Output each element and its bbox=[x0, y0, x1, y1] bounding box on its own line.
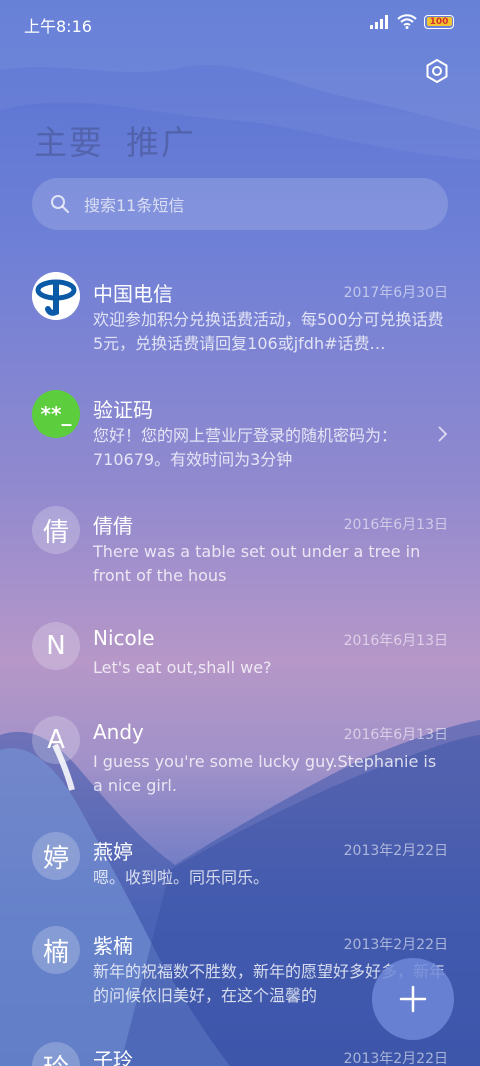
tab-primary[interactable]: 主要 bbox=[34, 116, 104, 164]
message-preview: 欢迎参加积分兑换话费活动，每500分可兑换话费5元，兑换话费请回复106或jfd… bbox=[93, 310, 444, 353]
avatar: 婷 bbox=[32, 832, 80, 880]
avatar: 楠 bbox=[32, 926, 80, 974]
message-date: 2013年2月22日 bbox=[343, 1051, 448, 1066]
message-date: 2013年2月22日 bbox=[343, 937, 448, 953]
search-icon bbox=[51, 195, 69, 213]
avatar: 倩 bbox=[32, 506, 80, 554]
search-input[interactable]: 搜索11条短信 bbox=[84, 192, 184, 216]
status-bar: 上午8:16 100 bbox=[0, 0, 480, 46]
message-preview: There was a table set out under a tree i… bbox=[93, 542, 421, 585]
new-message-button[interactable] bbox=[372, 958, 454, 1040]
message-date: 2016年6月13日 bbox=[343, 727, 448, 743]
avatar: A bbox=[32, 716, 80, 764]
contact-name: 中国电信 bbox=[93, 282, 173, 306]
message-date: 2017年6月30日 bbox=[343, 285, 448, 301]
message-date: 2016年6月13日 bbox=[343, 633, 448, 649]
battery-level: 100 bbox=[429, 16, 449, 27]
message-preview: 您好！您的网上营业厅登录的随机密码为：710679。有效时间为3分钟 bbox=[93, 426, 398, 469]
battery-icon: 100 bbox=[424, 14, 454, 29]
message-preview: 嗯。收到啦。同乐同乐。 bbox=[93, 868, 270, 887]
contact-name: 验证码 bbox=[93, 398, 153, 422]
contact-name: 子玲 bbox=[93, 1048, 133, 1066]
settings-icon[interactable] bbox=[424, 58, 450, 84]
status-time: 上午8:16 bbox=[24, 17, 92, 36]
message-date: 2016年6月13日 bbox=[343, 517, 448, 533]
plus-icon bbox=[399, 985, 427, 1013]
contact-name: Andy bbox=[93, 720, 144, 744]
avatar bbox=[32, 272, 80, 320]
search-bar[interactable]: 搜索11条短信 bbox=[32, 178, 448, 230]
avatar: **_ bbox=[32, 390, 80, 438]
message-preview: Let's eat out,shall we? bbox=[93, 658, 272, 677]
tab-promotions[interactable]: 推广 bbox=[126, 116, 196, 164]
contact-name: Nicole bbox=[93, 626, 155, 650]
wifi-icon bbox=[397, 14, 417, 29]
china-telecom-logo-icon bbox=[32, 272, 80, 320]
message-preview: I guess you're some lucky guy.Stephanie … bbox=[93, 752, 437, 795]
signal-icon bbox=[370, 14, 388, 29]
message-date: 2013年2月22日 bbox=[343, 843, 448, 859]
category-tabs: 主要 推广 bbox=[34, 116, 196, 164]
avatar: N bbox=[32, 622, 80, 670]
contact-name: 燕婷 bbox=[93, 840, 133, 864]
contact-name: 倩倩 bbox=[93, 514, 133, 538]
chevron-right-icon[interactable] bbox=[436, 424, 450, 444]
contact-name: 紫楠 bbox=[93, 934, 133, 958]
